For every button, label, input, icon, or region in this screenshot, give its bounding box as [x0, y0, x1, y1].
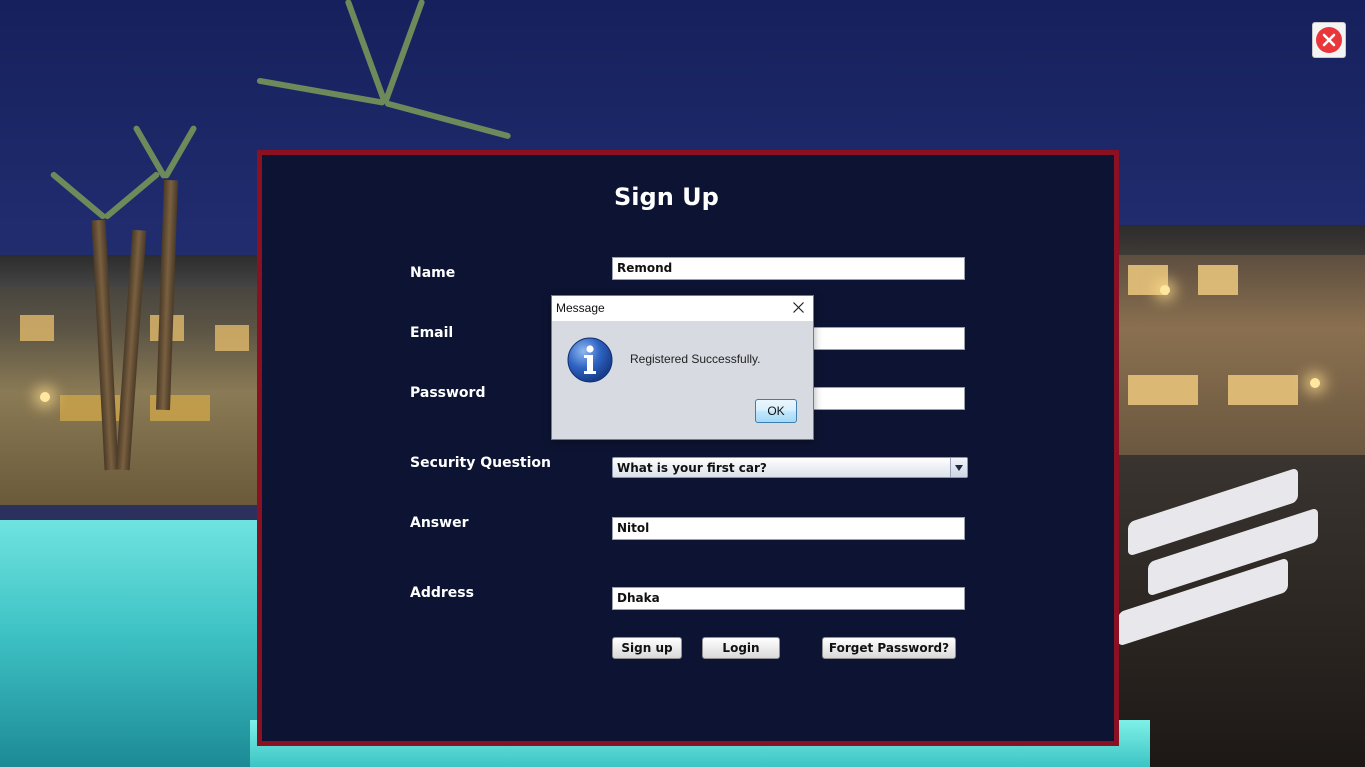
signup-button[interactable]: Sign up: [612, 637, 682, 659]
dialog-message: Registered Successfully.: [630, 352, 761, 366]
dialog-title: Message: [556, 301, 605, 315]
ok-button[interactable]: OK: [755, 399, 797, 423]
close-window-button[interactable]: [1312, 22, 1346, 58]
info-icon: [566, 336, 614, 384]
answer-field[interactable]: Nitol: [612, 517, 965, 540]
security-question-select[interactable]: What is your first car?: [612, 457, 968, 478]
page-title: Sign Up: [614, 183, 719, 211]
forget-password-button[interactable]: Forget Password?: [822, 637, 956, 659]
signup-panel: Sign Up Name Remond Email Password Secur…: [257, 150, 1119, 746]
building-right: [1118, 225, 1365, 455]
address-label: Address: [410, 585, 474, 601]
pool-deck: [1118, 455, 1365, 767]
password-label: Password: [410, 385, 486, 401]
name-label: Name: [410, 265, 456, 281]
close-icon: [1316, 27, 1342, 53]
dialog-titlebar[interactable]: Message: [552, 296, 813, 321]
close-icon: [792, 301, 804, 313]
security-question-label: Security Question: [410, 455, 552, 471]
dialog-close-button[interactable]: [789, 298, 807, 316]
address-field[interactable]: Dhaka: [612, 587, 965, 610]
name-field[interactable]: Remond: [612, 257, 965, 280]
security-question-value: What is your first car?: [617, 461, 767, 475]
message-dialog: Message Registered Successfully. OK: [551, 295, 814, 440]
email-label: Email: [410, 325, 454, 341]
chevron-down-icon[interactable]: [950, 458, 967, 477]
answer-label: Answer: [410, 515, 469, 531]
login-button[interactable]: Login: [702, 637, 780, 659]
